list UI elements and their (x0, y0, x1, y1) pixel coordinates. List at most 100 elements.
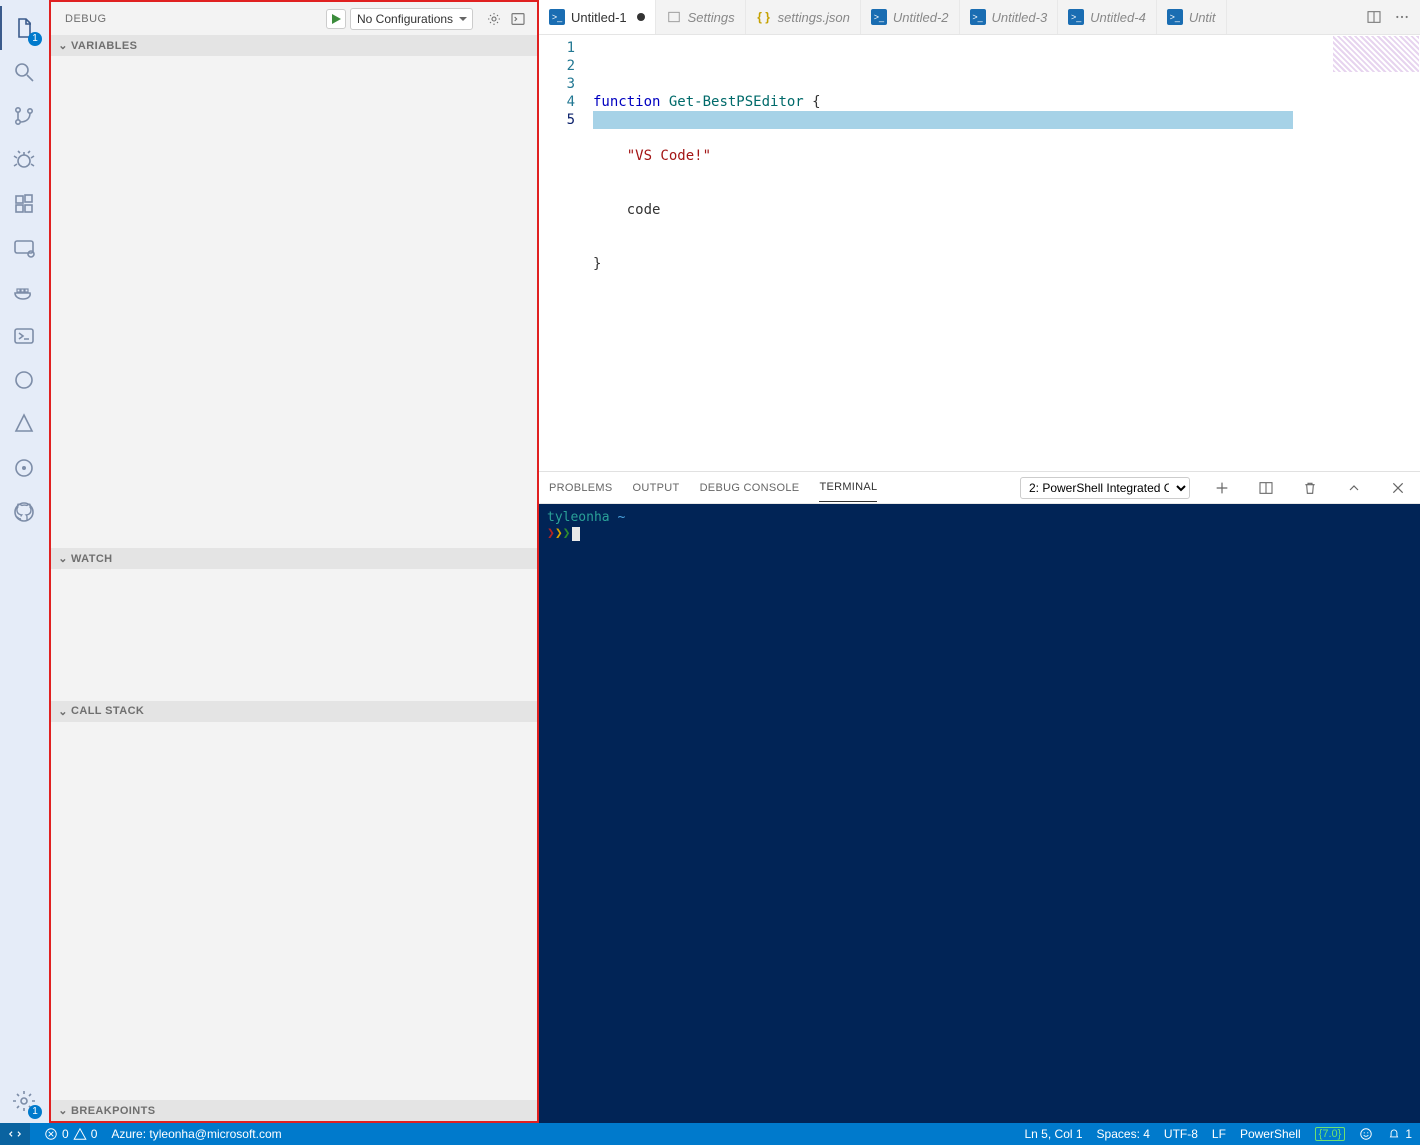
status-errors[interactable]: 0 0 (44, 1127, 97, 1141)
azure-icon (12, 412, 36, 436)
dirty-dot-icon (637, 13, 645, 21)
activity-test[interactable] (0, 358, 48, 402)
play-icon (330, 13, 342, 25)
console-icon (510, 11, 526, 27)
minimap[interactable] (1330, 35, 1420, 471)
split-terminal-button[interactable] (1254, 476, 1278, 500)
plus-icon (1214, 480, 1230, 496)
bug-icon (12, 148, 36, 172)
status-feedback[interactable] (1359, 1127, 1373, 1141)
status-remote[interactable] (0, 1123, 30, 1145)
variables-section-header[interactable]: ⌄VARIABLES (51, 35, 537, 56)
editor-tabs: >_ Untitled-1 Settings { } settings.json… (539, 0, 1420, 35)
bell-icon (1387, 1127, 1401, 1141)
github-icon (12, 500, 36, 524)
remote-icon (8, 1127, 22, 1141)
tab-settings-json[interactable]: { } settings.json (746, 0, 861, 34)
activity-settings[interactable]: 1 (0, 1079, 48, 1123)
breakpoints-section-header[interactable]: ⌄BREAKPOINTS (51, 1100, 537, 1121)
panel-tab-output[interactable]: OUTPUT (633, 474, 680, 502)
more-tabs-button[interactable] (1390, 5, 1414, 29)
kill-terminal-button[interactable] (1298, 476, 1322, 500)
branch-icon (12, 104, 36, 128)
activity-azure[interactable] (0, 402, 48, 446)
status-language[interactable]: PowerShell (1240, 1127, 1301, 1141)
settings-file-icon (666, 9, 682, 25)
editor-content[interactable]: function Get-BestPSEditor { "VS Code!" c… (593, 35, 1420, 471)
code-editor[interactable]: 1 2 3 4 5 function Get-BestPSEditor { "V… (539, 35, 1420, 471)
powershell-icon (12, 324, 36, 348)
panel-tabs: PROBLEMS OUTPUT DEBUG CONSOLE TERMINAL 2… (539, 472, 1420, 504)
terminal[interactable]: tyleonha ~ ❯❯❯ (539, 504, 1420, 1123)
powershell-file-icon: >_ (1167, 9, 1183, 25)
panel-tab-problems[interactable]: PROBLEMS (549, 474, 613, 502)
activity-extensions[interactable] (0, 182, 48, 226)
maximize-panel-button[interactable] (1342, 476, 1366, 500)
split-icon (1366, 9, 1382, 25)
close-panel-button[interactable] (1386, 476, 1410, 500)
powershell-file-icon: >_ (871, 9, 887, 25)
activity-github[interactable] (0, 490, 48, 534)
tab-untitled-3[interactable]: >_ Untitled-3 (960, 0, 1059, 34)
debug-console-button[interactable] (507, 8, 529, 30)
warning-icon (73, 1127, 87, 1141)
json-file-icon: { } (756, 9, 772, 25)
status-ln-col[interactable]: Ln 5, Col 1 (1025, 1127, 1083, 1141)
tab-untitled-2[interactable]: >_ Untitled-2 (861, 0, 960, 34)
status-azure[interactable]: Azure: tyleonha@microsoft.com (111, 1127, 281, 1141)
beaker-icon (12, 368, 36, 392)
gitlens-icon (12, 456, 36, 480)
smiley-icon (1359, 1127, 1373, 1141)
bottom-panel: PROBLEMS OUTPUT DEBUG CONSOLE TERMINAL 2… (539, 471, 1420, 1123)
debug-title: DEBUG (65, 13, 326, 25)
activity-bar: 1 (0, 0, 48, 1123)
watch-section-body (51, 569, 537, 701)
error-icon (44, 1127, 58, 1141)
explorer-badge: 1 (28, 32, 42, 46)
split-editor-button[interactable] (1362, 5, 1386, 29)
status-ps-version[interactable]: {7.0} (1315, 1127, 1346, 1141)
ellipsis-icon (1394, 9, 1410, 25)
activity-gitlens[interactable] (0, 446, 48, 490)
variables-section-body (51, 56, 537, 548)
activity-remote[interactable] (0, 226, 48, 270)
activity-search[interactable] (0, 50, 48, 94)
editor-gutter: 1 2 3 4 5 (539, 35, 593, 471)
activity-debug[interactable] (0, 138, 48, 182)
settings-badge: 1 (28, 1105, 42, 1119)
debug-sidebar-header: DEBUG No Configurations (51, 2, 537, 35)
tab-untitled-5[interactable]: >_ Untit (1157, 0, 1227, 34)
start-debug-button[interactable] (326, 9, 346, 29)
terminal-select[interactable]: 2: PowerShell Integrated Con (1020, 477, 1190, 499)
tab-untitled-4[interactable]: >_ Untitled-4 (1058, 0, 1157, 34)
powershell-file-icon: >_ (970, 9, 986, 25)
activity-powershell[interactable] (0, 314, 48, 358)
activity-explorer[interactable]: 1 (0, 6, 48, 50)
terminal-cursor (572, 527, 580, 541)
status-eol[interactable]: LF (1212, 1127, 1226, 1141)
callstack-section-header[interactable]: ⌄CALL STACK (51, 701, 537, 722)
powershell-file-icon: >_ (549, 9, 565, 25)
search-icon (12, 60, 36, 84)
panel-tab-debug-console[interactable]: DEBUG CONSOLE (700, 474, 800, 502)
close-icon (1390, 480, 1406, 496)
status-encoding[interactable]: UTF-8 (1164, 1127, 1198, 1141)
new-terminal-button[interactable] (1210, 476, 1234, 500)
activity-scm[interactable] (0, 94, 48, 138)
debug-settings-button[interactable] (483, 8, 505, 30)
watch-section-header[interactable]: ⌄WATCH (51, 548, 537, 569)
debug-config-select[interactable]: No Configurations (350, 8, 473, 30)
chevron-up-icon (1346, 480, 1362, 496)
debug-sidebar: DEBUG No Configurations ⌄VARIABLES (48, 0, 539, 1123)
panel-tab-terminal[interactable]: TERMINAL (819, 473, 877, 502)
status-bar: 0 0 Azure: tyleonha@microsoft.com Ln 5, … (0, 1123, 1420, 1145)
extensions-icon (12, 192, 36, 216)
gear-icon (486, 11, 502, 27)
tab-settings[interactable]: Settings (656, 0, 746, 34)
tab-untitled-1[interactable]: >_ Untitled-1 (539, 0, 656, 34)
status-notifications[interactable]: 1 (1387, 1127, 1412, 1141)
callstack-section-body (51, 722, 537, 1101)
status-spaces[interactable]: Spaces: 4 (1097, 1127, 1150, 1141)
activity-docker[interactable] (0, 270, 48, 314)
powershell-file-icon: >_ (1068, 9, 1084, 25)
